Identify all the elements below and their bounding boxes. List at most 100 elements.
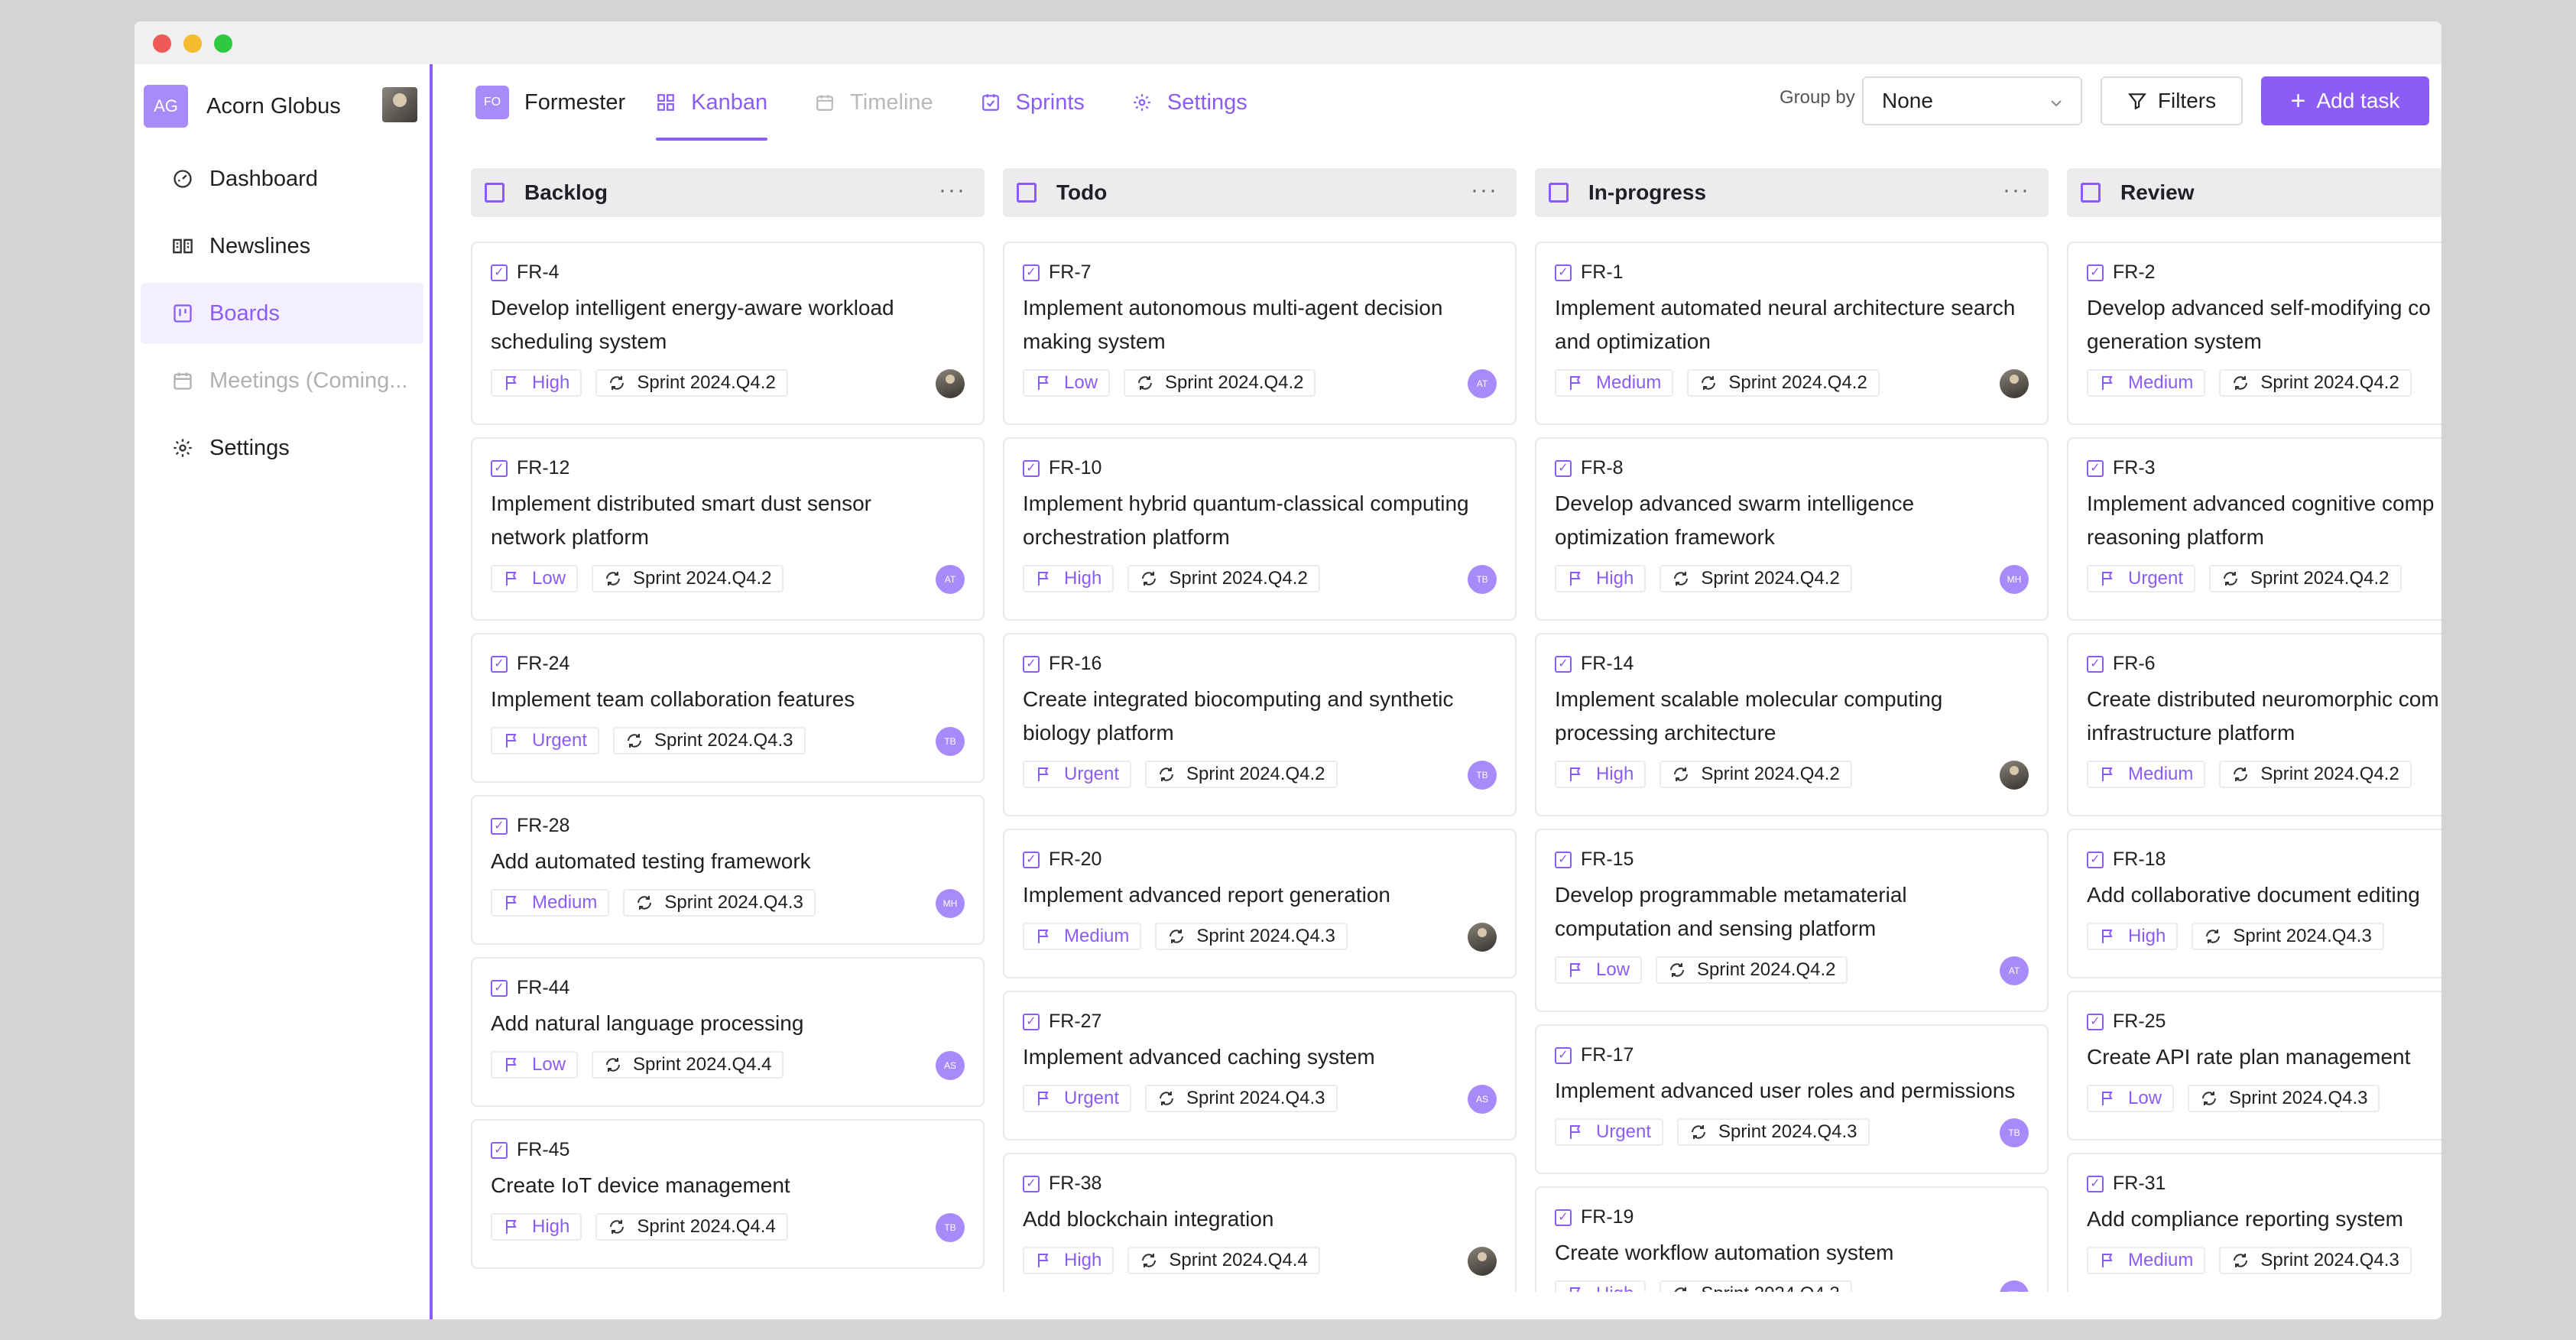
sprint-badge[interactable]: Sprint 2024.Q4.3: [613, 727, 806, 754]
sprint-badge[interactable]: Sprint 2024.Q4.3: [1155, 923, 1348, 950]
sprint-badge[interactable]: Sprint 2024.Q4.4: [592, 1051, 784, 1079]
sprint-badge[interactable]: Sprint 2024.Q4.2: [595, 369, 788, 397]
priority-badge[interactable]: High: [2087, 923, 2179, 950]
add-task-button[interactable]: + Add task: [2261, 76, 2429, 125]
assignee-avatar[interactable]: AT: [1468, 369, 1497, 398]
assignee-avatar[interactable]: TB: [2000, 1280, 2029, 1292]
task-card[interactable]: ✓ FR-10 Implement hybrid quantum-classical…: [1003, 437, 1517, 621]
priority-badge[interactable]: High: [1555, 1280, 1646, 1292]
org-switcher[interactable]: AG Acorn Globus: [135, 64, 430, 148]
assignee-avatar[interactable]: AT: [2000, 956, 2029, 985]
select-column-checkbox[interactable]: [2081, 183, 2101, 203]
assignee-avatar[interactable]: [1468, 1247, 1497, 1276]
priority-badge[interactable]: Low: [1023, 369, 1111, 397]
task-card[interactable]: ✓ FR-44 Add natural language processing Low…: [471, 957, 985, 1107]
priority-badge[interactable]: Medium: [2087, 761, 2206, 788]
tab-timeline[interactable]: Timeline: [815, 64, 933, 141]
task-card[interactable]: ✓ FR-17 Implement advanced user roles and …: [1535, 1024, 2049, 1174]
sprint-badge[interactable]: Sprint 2024.Q4.2: [2219, 761, 2412, 788]
task-card[interactable]: ✓ FR-8 Develop advanced swarm intelligence…: [1535, 437, 2049, 621]
assignee-avatar[interactable]: TB: [936, 727, 965, 756]
maximize-window-button[interactable]: [214, 34, 232, 53]
filters-button[interactable]: Filters: [2101, 76, 2243, 125]
priority-badge[interactable]: Urgent: [491, 727, 600, 754]
sprint-badge[interactable]: Sprint 2024.Q4.4: [1127, 1247, 1320, 1274]
sprint-badge[interactable]: Sprint 2024.Q4.3: [2188, 1085, 2380, 1112]
priority-badge[interactable]: Medium: [2087, 1247, 2206, 1274]
sprint-badge[interactable]: Sprint 2024.Q4.2: [592, 565, 784, 592]
sidebar-item-dashboard[interactable]: Dashboard: [141, 148, 423, 209]
task-card[interactable]: ✓ FR-45 Create IoT device management High Sp…: [471, 1119, 985, 1269]
tab-sprints[interactable]: Sprints: [981, 64, 1085, 141]
sidebar-item-meetings[interactable]: Meetings (Coming...: [141, 350, 423, 411]
sidebar-item-newslines[interactable]: Newslines: [141, 216, 423, 277]
task-card[interactable]: ✓ FR-27 Implement advanced caching system U…: [1003, 991, 1517, 1140]
priority-badge[interactable]: Low: [1555, 956, 1643, 984]
more-options-icon[interactable]: ···: [939, 177, 966, 203]
sprint-badge[interactable]: Sprint 2024.Q4.2: [1659, 565, 1852, 592]
task-card[interactable]: ✓ FR-4 Develop intelligent energy-aware wo…: [471, 242, 985, 425]
sprint-badge[interactable]: Sprint 2024.Q4.2: [1127, 565, 1320, 592]
assignee-avatar[interactable]: [2000, 369, 2029, 398]
task-card[interactable]: ✓ FR-12 Implement distributed smart dust s…: [471, 437, 985, 621]
tab-settings[interactable]: Settings: [1132, 64, 1247, 141]
sprint-badge[interactable]: Sprint 2024.Q4.2: [1659, 761, 1852, 788]
assignee-avatar[interactable]: AS: [936, 1051, 965, 1080]
assignee-avatar[interactable]: AS: [1468, 1085, 1497, 1114]
priority-badge[interactable]: Urgent: [2087, 565, 2196, 592]
assignee-avatar[interactable]: TB: [1468, 761, 1497, 790]
assignee-avatar[interactable]: [936, 369, 965, 398]
task-card[interactable]: ✓ FR-3 Implement advanced cognitive comp re…: [2067, 437, 2441, 621]
priority-badge[interactable]: Medium: [1555, 369, 1674, 397]
priority-badge[interactable]: High: [1023, 1247, 1114, 1274]
tab-kanban[interactable]: Kanban: [656, 64, 768, 141]
task-card[interactable]: ✓ FR-6 Create distributed neuromorphic com…: [2067, 633, 2441, 816]
assignee-avatar[interactable]: TB: [2000, 1118, 2029, 1147]
task-card[interactable]: ✓ FR-15 Develop programmable metamaterial c…: [1535, 829, 2049, 1012]
priority-badge[interactable]: Urgent: [1023, 761, 1132, 788]
sprint-badge[interactable]: Sprint 2024.Q4.3: [623, 889, 816, 917]
assignee-avatar[interactable]: MH: [936, 889, 965, 918]
priority-badge[interactable]: Medium: [1023, 923, 1142, 950]
assignee-avatar[interactable]: TB: [1468, 565, 1497, 594]
sprint-badge[interactable]: Sprint 2024.Q4.3: [2219, 1247, 2412, 1274]
sprint-badge[interactable]: Sprint 2024.Q4.3: [1677, 1118, 1870, 1146]
group-by-select[interactable]: None: [1862, 76, 2082, 125]
sidebar-item-settings[interactable]: Settings: [141, 417, 423, 479]
priority-badge[interactable]: Urgent: [1555, 1118, 1664, 1146]
sprint-badge[interactable]: Sprint 2024.Q4.3: [1659, 1280, 1852, 1292]
select-column-checkbox[interactable]: [1017, 183, 1037, 203]
task-card[interactable]: ✓ FR-25 Create API rate plan management Low…: [2067, 991, 2441, 1140]
assignee-avatar[interactable]: [2000, 761, 2029, 790]
task-card[interactable]: ✓ FR-28 Add automated testing framework Med…: [471, 795, 985, 945]
task-card[interactable]: ✓ FR-20 Implement advanced report generati…: [1003, 829, 1517, 978]
user-avatar[interactable]: [382, 87, 417, 122]
priority-badge[interactable]: High: [491, 369, 582, 397]
minimize-window-button[interactable]: [183, 34, 202, 53]
assignee-avatar[interactable]: [1468, 923, 1497, 952]
priority-badge[interactable]: Medium: [491, 889, 610, 917]
sprint-badge[interactable]: Sprint 2024.Q4.2: [1687, 369, 1880, 397]
more-options-icon[interactable]: ···: [2003, 177, 2030, 203]
task-card[interactable]: ✓ FR-18 Add collaborative document editing…: [2067, 829, 2441, 978]
priority-badge[interactable]: Medium: [2087, 369, 2206, 397]
task-card[interactable]: ✓ FR-16 Create integrated biocomputing and…: [1003, 633, 1517, 816]
sprint-badge[interactable]: Sprint 2024.Q4.4: [595, 1213, 788, 1241]
more-options-icon[interactable]: ···: [1471, 177, 1498, 203]
sidebar-item-boards[interactable]: Boards: [141, 283, 423, 344]
task-card[interactable]: ✓ FR-14 Implement scalable molecular compu…: [1535, 633, 2049, 816]
close-window-button[interactable]: [153, 34, 171, 53]
sprint-badge[interactable]: Sprint 2024.Q4.3: [1145, 1085, 1338, 1112]
task-card[interactable]: ✓ FR-1 Implement automated neural architec…: [1535, 242, 2049, 425]
priority-badge[interactable]: High: [1555, 761, 1646, 788]
sprint-badge[interactable]: Sprint 2024.Q4.3: [2192, 923, 2384, 950]
task-card[interactable]: ✓ FR-2 Develop advanced self-modifying co g…: [2067, 242, 2441, 425]
sprint-badge[interactable]: Sprint 2024.Q4.2: [1656, 956, 1848, 984]
sprint-badge[interactable]: Sprint 2024.Q4.2: [2219, 369, 2412, 397]
task-card[interactable]: ✓ FR-24 Implement team collaboration featu…: [471, 633, 985, 783]
sprint-badge[interactable]: Sprint 2024.Q4.2: [2209, 565, 2402, 592]
priority-badge[interactable]: Urgent: [1023, 1085, 1132, 1112]
sprint-badge[interactable]: Sprint 2024.Q4.2: [1145, 761, 1338, 788]
assignee-avatar[interactable]: AT: [936, 565, 965, 594]
priority-badge[interactable]: High: [491, 1213, 582, 1241]
